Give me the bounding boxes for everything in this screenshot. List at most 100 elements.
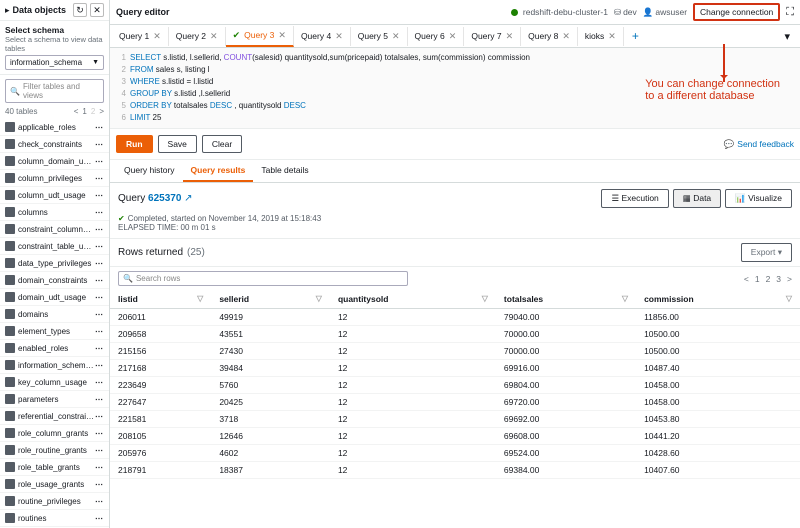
table-menu-icon[interactable]: ⋯ [95,480,104,489]
table-item[interactable]: domain_udt_usage⋯ [0,289,109,306]
query-tab[interactable]: kioks✕ [578,27,624,46]
table-menu-icon[interactable]: ⋯ [95,497,104,506]
fullscreen-icon[interactable]: ⛶ [786,6,794,19]
feedback-link[interactable]: 💬 Send feedback [724,139,794,150]
column-header[interactable]: sellerid▽ [211,290,330,309]
tab-table-details[interactable]: Table details [253,160,316,182]
table-item[interactable]: role_column_grants⋯ [0,425,109,442]
tab-overflow-icon[interactable]: ▾ [776,26,798,47]
schema-select[interactable]: information_schema ▼ [5,55,104,70]
export-button[interactable]: Export ▾ [741,243,792,262]
table-item[interactable]: domains⋯ [0,306,109,323]
search-rows-input[interactable]: 🔍Search rows [118,271,408,286]
table-item[interactable]: routines⋯ [0,510,109,527]
table-row[interactable]: 206011499191279040.0011856.00 [110,309,800,326]
table-row[interactable]: 22158137181269692.0010453.80 [110,411,800,428]
filter-input[interactable]: 🔍 Filter tables and views [5,79,104,103]
table-menu-icon[interactable]: ⋯ [95,208,104,217]
table-item[interactable]: routine_privileges⋯ [0,493,109,510]
table-item[interactable]: column_udt_usage⋯ [0,187,109,204]
table-menu-icon[interactable]: ⋯ [95,174,104,183]
page-1[interactable]: 1 [755,274,760,284]
close-tab-icon[interactable]: ✕ [278,30,286,41]
table-item[interactable]: applicable_roles⋯ [0,119,109,136]
table-row[interactable]: 218791183871269384.0010407.60 [110,462,800,479]
table-menu-icon[interactable]: ⋯ [95,412,104,421]
table-item[interactable]: enabled_roles⋯ [0,340,109,357]
user-link[interactable]: 👤 awsuser [643,7,687,18]
rows-next[interactable]: > [787,274,792,284]
column-header[interactable]: listid▽ [110,290,211,309]
sort-icon[interactable]: ▽ [786,294,792,303]
table-menu-icon[interactable]: ⋯ [95,378,104,387]
table-menu-icon[interactable]: ⋯ [95,514,104,523]
close-tab-icon[interactable]: ✕ [210,31,218,42]
table-menu-icon[interactable]: ⋯ [95,463,104,472]
column-header[interactable]: commission▽ [636,290,800,309]
query-tab[interactable]: Query 7✕ [464,27,521,46]
close-tab-icon[interactable]: ✕ [392,31,400,42]
table-menu-icon[interactable]: ⋯ [95,395,104,404]
tab-query-results[interactable]: Query results [183,160,254,182]
table-item[interactable]: constraint_column_usage⋯ [0,221,109,238]
table-item[interactable]: check_constraints⋯ [0,136,109,153]
table-item[interactable]: role_routine_grants⋯ [0,442,109,459]
query-tab[interactable]: ✔Query 3✕ [226,26,294,47]
table-menu-icon[interactable]: ⋯ [95,225,104,234]
table-menu-icon[interactable]: ⋯ [95,293,104,302]
table-menu-icon[interactable]: ⋯ [95,429,104,438]
table-menu-icon[interactable]: ⋯ [95,191,104,200]
table-menu-icon[interactable]: ⋯ [95,446,104,455]
page-prev[interactable]: < [74,107,79,116]
table-item[interactable]: element_types⋯ [0,323,109,340]
table-row[interactable]: 227647204251269720.0010458.00 [110,394,800,411]
new-tab-button[interactable]: + [624,25,647,47]
table-item[interactable]: constraint_table_usage⋯ [0,238,109,255]
table-menu-icon[interactable]: ⋯ [95,361,104,370]
page-next[interactable]: > [99,107,104,116]
execution-button[interactable]: ☰ Execution [601,189,668,208]
close-tab-icon[interactable]: ✕ [562,31,570,42]
page-2[interactable]: 2 [766,274,771,284]
database-link[interactable]: ⛁ dev [614,7,637,18]
table-menu-icon[interactable]: ⋯ [95,276,104,285]
table-item[interactable]: parameters⋯ [0,391,109,408]
sort-icon[interactable]: ▽ [482,294,488,303]
table-menu-icon[interactable]: ⋯ [95,157,104,166]
table-item[interactable]: referential_constraints⋯ [0,408,109,425]
visualize-button[interactable]: 📊 Visualize [725,189,792,208]
table-row[interactable]: 22364957601269804.0010458.00 [110,377,800,394]
close-tab-icon[interactable]: ✕ [153,31,161,42]
table-item[interactable]: role_usage_grants⋯ [0,476,109,493]
table-menu-icon[interactable]: ⋯ [95,310,104,319]
page-3[interactable]: 3 [776,274,781,284]
close-tab-icon[interactable]: ✕ [608,31,616,42]
column-header[interactable]: quantitysold▽ [330,290,496,309]
rows-prev[interactable]: < [744,274,749,284]
table-row[interactable]: 217168394841269916.0010487.40 [110,360,800,377]
table-row[interactable]: 208105126461269608.0010441.20 [110,428,800,445]
query-tab[interactable]: Query 8✕ [521,27,578,46]
table-menu-icon[interactable]: ⋯ [95,123,104,132]
table-item[interactable]: role_table_grants⋯ [0,459,109,476]
table-row[interactable]: 20597646021269524.0010428.60 [110,445,800,462]
close-tab-icon[interactable]: ✕ [506,31,514,42]
query-tab[interactable]: Query 2✕ [169,27,226,46]
table-menu-icon[interactable]: ⋯ [95,327,104,336]
table-item[interactable]: column_privileges⋯ [0,170,109,187]
sql-editor[interactable]: 123456 SELECT s.listid, l.sellerid, COUN… [110,48,800,129]
data-button[interactable]: ▦ Data [673,189,721,208]
table-item[interactable]: key_column_usage⋯ [0,374,109,391]
save-button[interactable]: Save [158,135,197,153]
query-tab[interactable]: Query 6✕ [408,27,465,46]
table-menu-icon[interactable]: ⋯ [95,140,104,149]
close-tab-icon[interactable]: ✕ [335,31,343,42]
column-header[interactable]: totalsales▽ [496,290,636,309]
table-item[interactable]: data_type_privileges⋯ [0,255,109,272]
sort-icon[interactable]: ▽ [622,294,628,303]
sort-icon[interactable]: ▽ [316,294,322,303]
cluster-link[interactable]: redshift-debu-cluster-1 [511,7,608,17]
expand-icon[interactable]: ▸ [5,5,10,16]
table-menu-icon[interactable]: ⋯ [95,259,104,268]
close-panel-icon[interactable]: ✕ [90,3,104,17]
